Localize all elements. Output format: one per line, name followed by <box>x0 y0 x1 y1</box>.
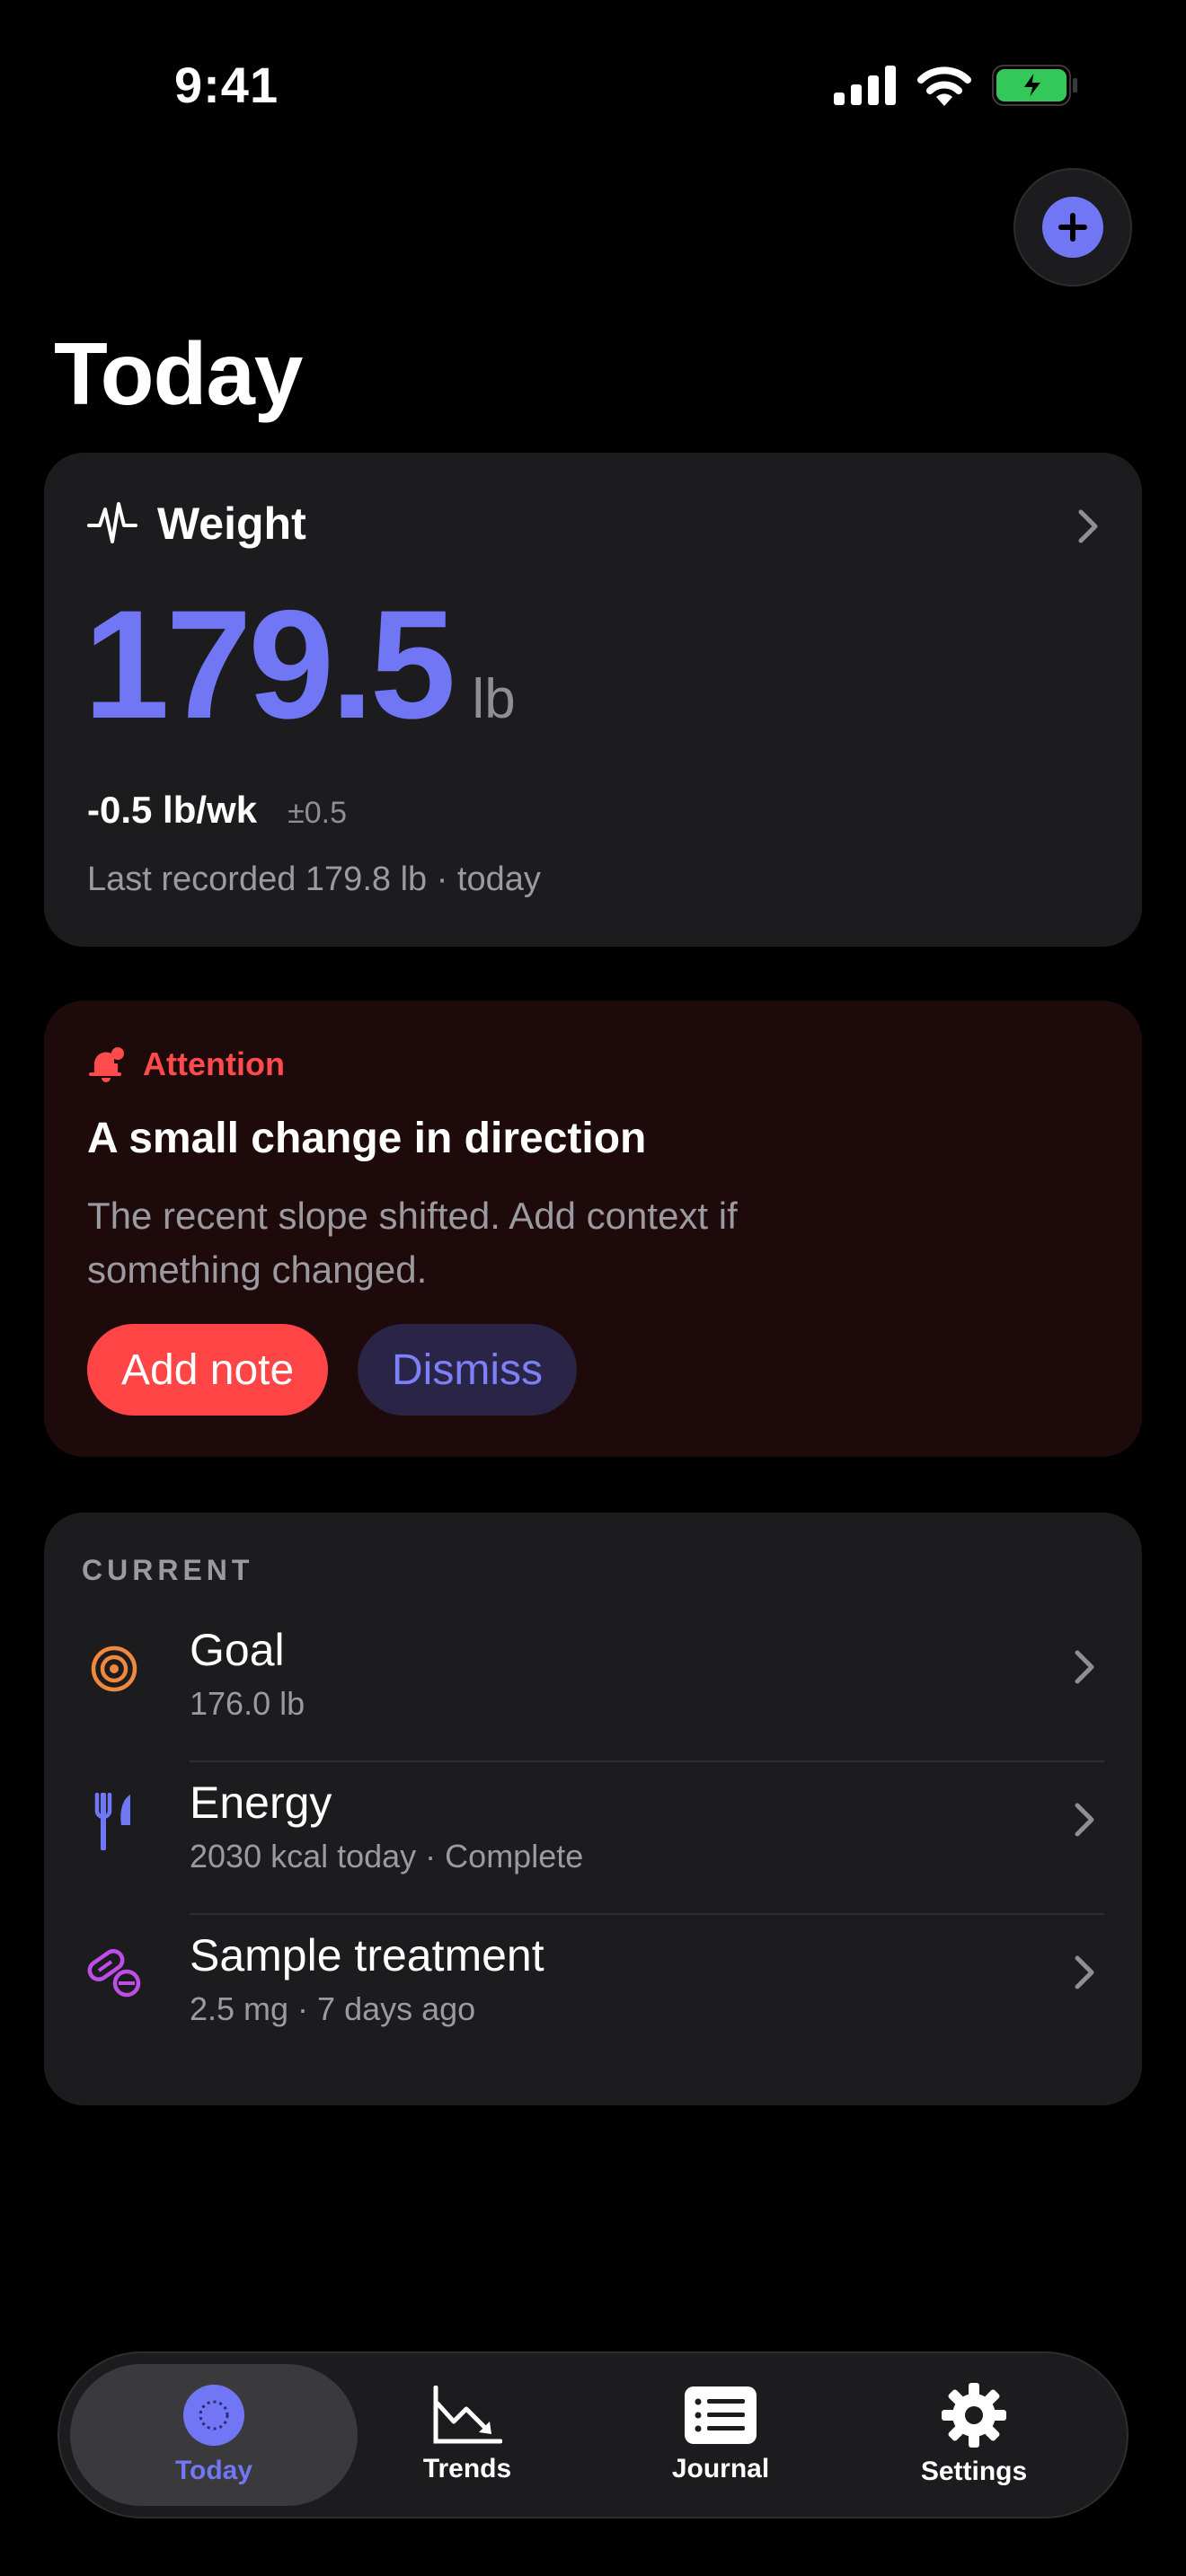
attention-header: Attention <box>87 1045 285 1083</box>
signal-icon <box>834 66 896 105</box>
chevron-right-icon <box>1078 509 1098 543</box>
waveform-icon <box>87 502 137 543</box>
row-subtitle: 176.0 lb <box>190 1685 305 1722</box>
weight-value-row: 179.5 lb <box>84 587 516 742</box>
page-title: Today <box>54 324 303 423</box>
current-card: CURRENT Goal 176.0 lb Energy 2030 kcal t… <box>44 1513 1142 2105</box>
current-row-goal[interactable]: Goal 176.0 lb <box>44 1599 1142 1751</box>
weight-card-header: Weight <box>87 498 306 550</box>
attention-title: A small change in direction <box>87 1115 647 1162</box>
plus-circle-icon <box>1042 197 1103 258</box>
gear-icon <box>942 2383 1006 2448</box>
chevron-right-icon <box>1075 1955 1094 1989</box>
tab-bar: Today Trends Journal Settings <box>58 2351 1128 2519</box>
weight-card[interactable]: Weight 179.5 lb -0.5 lb/wk ±0.5 Last rec… <box>44 453 1142 947</box>
weight-rate-row: -0.5 lb/wk ±0.5 <box>87 789 347 832</box>
fork-knife-icon <box>85 1793 143 1850</box>
row-title: Sample treatment <box>190 1930 544 1981</box>
battery-charging-icon <box>992 65 1077 106</box>
pill-icon <box>85 1945 143 2003</box>
attention-card: Attention A small change in direction Th… <box>44 1001 1142 1457</box>
today-icon <box>183 2385 244 2446</box>
row-title: Energy <box>190 1778 332 1828</box>
attention-label: Attention <box>143 1045 285 1082</box>
tab-today[interactable]: Today <box>87 2353 341 2517</box>
journal-icon <box>685 2386 757 2444</box>
bell-badge-icon <box>89 1047 124 1082</box>
status-icons <box>834 65 1078 106</box>
current-section-header: CURRENT <box>82 1554 254 1586</box>
row-subtitle: 2030 kcal today · Complete <box>190 1838 584 1875</box>
weight-uncertainty: ±0.5 <box>288 796 347 830</box>
tab-label: Settings <box>920 2457 1028 2486</box>
chevron-right-icon <box>1075 1803 1094 1837</box>
weight-value: 179.5 <box>84 578 456 751</box>
current-row-treatment[interactable]: Sample treatment 2.5 mg · 7 days ago <box>44 1904 1142 2057</box>
weight-last-recorded: Last recorded 179.8 lb · today <box>87 860 541 898</box>
tab-label: Journal <box>671 2454 770 2483</box>
status-time: 9:41 <box>174 57 279 113</box>
tab-trends[interactable]: Trends <box>341 2353 594 2517</box>
row-title: Goal <box>190 1625 285 1675</box>
weight-label: Weight <box>157 498 306 549</box>
wifi-icon <box>917 66 971 106</box>
weight-rate: -0.5 lb/wk <box>87 789 258 831</box>
chevron-right-icon <box>1075 1650 1094 1684</box>
weight-unit: lb <box>472 668 516 730</box>
target-icon <box>85 1640 143 1698</box>
current-row-energy[interactable]: Energy 2030 kcal today · Complete <box>44 1751 1142 1904</box>
tab-label: Trends <box>422 2454 512 2483</box>
tab-journal[interactable]: Journal <box>594 2353 847 2517</box>
row-subtitle: 2.5 mg · 7 days ago <box>190 1990 476 2027</box>
dismiss-button[interactable]: Dismiss <box>358 1324 577 1416</box>
add-note-button[interactable]: Add note <box>87 1324 329 1416</box>
tab-settings[interactable]: Settings <box>847 2353 1101 2517</box>
chart-icon <box>433 2386 502 2444</box>
tab-label: Today <box>174 2456 253 2485</box>
attention-description: The recent slope shifted. Add context if… <box>87 1195 738 1291</box>
add-entry-button[interactable] <box>1013 168 1132 287</box>
